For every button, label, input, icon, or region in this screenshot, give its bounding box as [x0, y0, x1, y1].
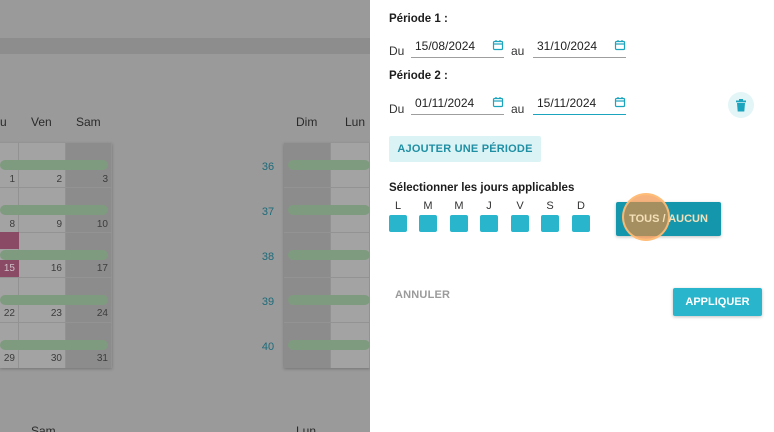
- background-calendar: u Ven Sam Dim Lun 1 2 3 8 9 10 15 16 17 …: [0, 0, 370, 432]
- from-label: Du: [389, 44, 405, 58]
- day-number: 10: [96, 219, 108, 230]
- day-number: 15: [3, 263, 15, 274]
- add-period-button[interactable]: AJOUTER UNE PÉRIODE: [389, 136, 541, 162]
- period-1-start-date-field[interactable]: [411, 36, 504, 58]
- day-label: S: [546, 200, 554, 212]
- cancel-button[interactable]: ANNULER: [395, 289, 450, 301]
- day-number: 2: [56, 174, 62, 185]
- week-number: 38: [261, 251, 275, 263]
- day-number: 1: [9, 174, 15, 185]
- calendar-icon[interactable]: [492, 96, 504, 108]
- day-number: 30: [50, 353, 62, 364]
- period-1-end-date-field[interactable]: [533, 36, 626, 58]
- day-label: D: [577, 200, 585, 212]
- day-label: J: [486, 200, 492, 212]
- period-2-end-date-field[interactable]: [533, 93, 626, 115]
- day-checkbox-friday[interactable]: V: [510, 200, 530, 232]
- day-number: 22: [3, 308, 15, 319]
- day-label: L: [394, 200, 402, 212]
- day-checkbox-thursday[interactable]: J: [479, 200, 499, 232]
- select-all-none-label: TOUS / AUCUN: [629, 213, 708, 225]
- day-number: 16: [50, 263, 62, 274]
- day-checkbox[interactable]: [389, 215, 407, 232]
- day-checkbox[interactable]: [511, 215, 529, 232]
- calendar-icon[interactable]: [614, 39, 626, 51]
- day-number: 17: [96, 263, 108, 274]
- day-number: 24: [96, 308, 108, 319]
- day-checkbox-tuesday[interactable]: M: [418, 200, 438, 232]
- calendar-icon[interactable]: [614, 96, 626, 108]
- weekday-header: Sam: [76, 115, 101, 129]
- day-checkbox[interactable]: [572, 215, 590, 232]
- weekday-header: u: [0, 115, 7, 129]
- weekday-header: Lun: [296, 424, 317, 432]
- period-2-start-date-input[interactable]: [415, 96, 487, 110]
- day-label: M: [454, 200, 464, 212]
- day-label: M: [423, 200, 433, 212]
- day-checkbox-saturday[interactable]: S: [540, 200, 560, 232]
- day-checkbox[interactable]: [419, 215, 437, 232]
- to-label: au: [511, 102, 525, 116]
- period-1-title: Période 1 :: [389, 13, 448, 25]
- weekday-header: Sam: [31, 424, 56, 432]
- period-2-end-date-input[interactable]: [537, 96, 609, 110]
- calendar-icon[interactable]: [492, 39, 504, 51]
- day-checkbox[interactable]: [541, 215, 559, 232]
- period-1-end-date-input[interactable]: [537, 39, 609, 53]
- trash-icon: [736, 98, 746, 111]
- day-checkbox[interactable]: [480, 215, 498, 232]
- period-2-title: Période 2 :: [389, 70, 448, 82]
- week-number: 40: [261, 341, 275, 353]
- week-number: 39: [261, 296, 275, 308]
- day-checkbox-monday[interactable]: L: [388, 200, 408, 232]
- month-grid-left: 1 2 3 8 9 10 15 16 17 22 23 24 29 30 31: [0, 143, 112, 368]
- weekday-header: Ven: [31, 115, 52, 129]
- day-number: 23: [50, 308, 62, 319]
- month-grid-right: [284, 143, 370, 368]
- period-2-start-date-field[interactable]: [411, 93, 504, 115]
- applicable-days-title: Sélectionner les jours applicables: [389, 182, 575, 194]
- day-number: 29: [3, 353, 15, 364]
- weekday-header: Lun: [345, 115, 366, 129]
- day-label: V: [516, 200, 524, 212]
- week-number: 37: [261, 206, 275, 218]
- day-number: 31: [96, 353, 108, 364]
- day-number: 9: [56, 219, 62, 230]
- delete-period-button[interactable]: [728, 92, 754, 118]
- day-checkbox-sunday[interactable]: D: [571, 200, 591, 232]
- from-label: Du: [389, 102, 405, 116]
- weekday-header: Dim: [296, 115, 318, 129]
- period-1-start-date-input[interactable]: [415, 39, 487, 53]
- day-number: 8: [9, 219, 15, 230]
- apply-button[interactable]: APPLIQUER: [673, 288, 762, 316]
- day-checkbox[interactable]: [450, 215, 468, 232]
- background-toolbar: [0, 38, 370, 54]
- to-label: au: [511, 44, 525, 58]
- day-number: 3: [102, 174, 108, 185]
- period-selection-panel: Période 1 : Du au Période 2 : Du au: [370, 0, 774, 432]
- week-number: 36: [261, 161, 275, 173]
- day-checkbox-wednesday[interactable]: M: [449, 200, 469, 232]
